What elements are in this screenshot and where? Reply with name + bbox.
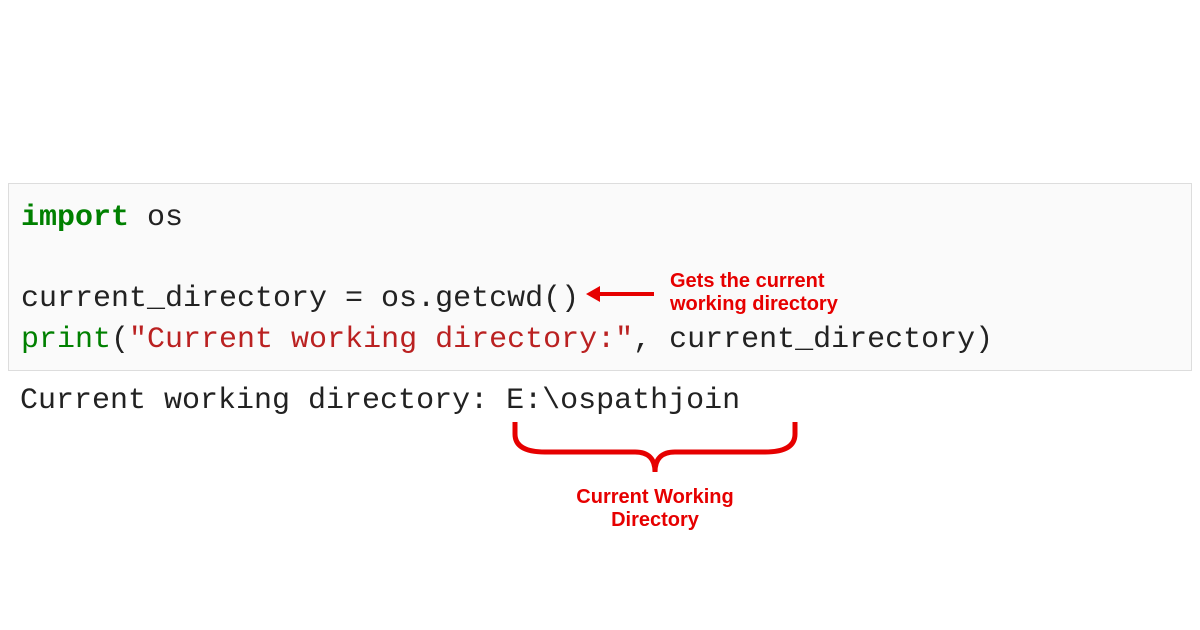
arrow-label-line1: Gets the current — [670, 270, 838, 293]
code-line-2: current_directory = os.getcwd() — [21, 279, 1179, 320]
arrow-label-line2: working directory — [670, 293, 838, 316]
code-line-blank — [21, 239, 1179, 280]
brace-label-line1: Current Working — [570, 486, 740, 509]
arrow-label: Gets the current working directory — [670, 270, 838, 316]
builtin-print: print — [21, 323, 111, 357]
code-text: os — [129, 201, 183, 235]
brace-label: Current Working Directory — [570, 486, 740, 532]
paren: ( — [111, 323, 129, 357]
arrow-line — [598, 292, 654, 296]
code-text: current_directory = os.getcwd() — [21, 282, 579, 316]
brace-label-line2: Directory — [570, 509, 740, 532]
keyword-import: import — [21, 201, 129, 235]
string-literal: "Current working directory:" — [129, 323, 633, 357]
code-line-3: print("Current working directory:", curr… — [21, 320, 1179, 361]
code-text: , current_directory) — [633, 323, 993, 357]
curly-brace-icon — [505, 422, 805, 492]
code-line-1: import os — [21, 198, 1179, 239]
code-block: import os current_directory = os.getcwd(… — [8, 183, 1192, 371]
output-line: Current working directory: E:\ospathjoin — [20, 384, 740, 418]
